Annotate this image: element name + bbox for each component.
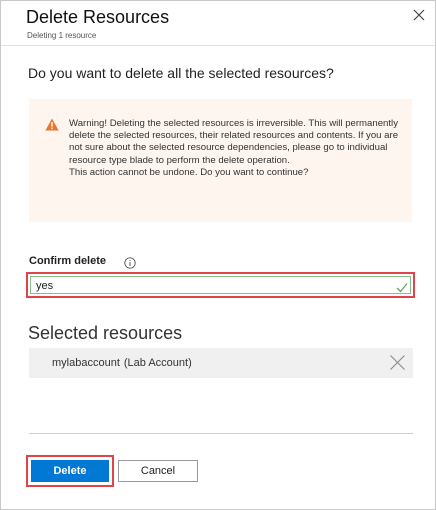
delete-button[interactable]: Delete: [31, 460, 109, 482]
resource-list-item: mylabaccount (Lab Account): [29, 348, 413, 378]
checkmark-icon: [396, 280, 408, 293]
warning-box: Warning! Deleting the selected resources…: [29, 99, 412, 222]
confirm-delete-label: Confirm delete: [29, 255, 107, 267]
info-icon[interactable]: [124, 256, 136, 269]
resource-type: (Lab Account): [123, 357, 192, 369]
confirm-delete-input[interactable]: [36, 278, 381, 293]
blade-header: Delete Resources Deleting 1 resource: [1, 1, 435, 46]
cancel-button[interactable]: Cancel: [118, 460, 198, 482]
delete-question: Do you want to delete all the selected r…: [28, 65, 334, 81]
selected-resources-title: Selected resources: [28, 323, 183, 343]
warning-text-confirm: This action cannot be undone. Do you wan…: [69, 166, 309, 178]
delete-button-highlight: Delete: [26, 455, 114, 487]
footer-divider: [29, 433, 413, 434]
confirm-delete-highlight: [26, 272, 415, 298]
blade-title: Delete Resources: [26, 7, 170, 27]
resource-name: mylabaccount: [52, 357, 120, 369]
resource-label: mylabaccount (Lab Account): [52, 357, 192, 369]
confirm-delete-field: [30, 276, 411, 294]
warning-text-main: Warning! Deleting the selected resources…: [69, 118, 399, 166]
blade-subtitle: Deleting 1 resource: [27, 31, 97, 40]
delete-resources-blade: Delete Resources Deleting 1 resource Do …: [0, 0, 436, 510]
close-icon[interactable]: [411, 7, 427, 23]
remove-icon[interactable]: [389, 354, 406, 371]
warning-icon: [45, 118, 59, 131]
warning-text: Warning! Deleting the selected resources…: [69, 118, 399, 179]
